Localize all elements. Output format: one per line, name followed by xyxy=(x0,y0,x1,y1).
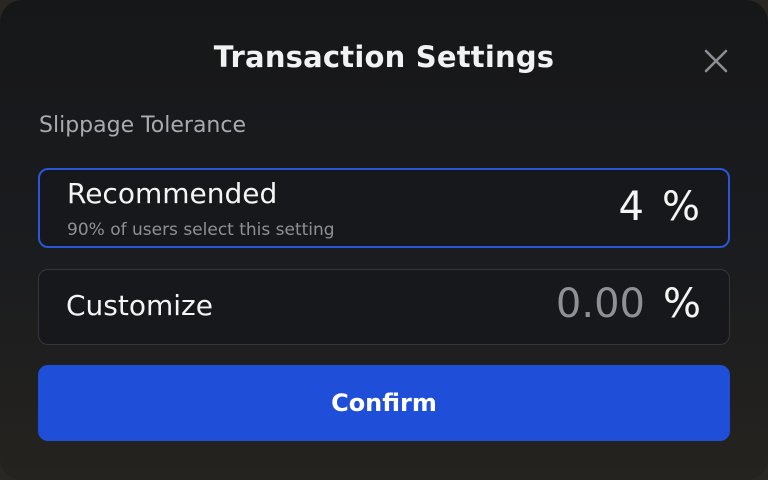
customize-value: % xyxy=(544,281,701,327)
customize-percent-sign: % xyxy=(662,281,701,327)
recommended-value: 4 % xyxy=(619,184,700,230)
slippage-option-recommended[interactable]: Recommended 90% of users select this set… xyxy=(38,168,730,248)
custom-slippage-input[interactable] xyxy=(544,281,645,327)
confirm-button[interactable]: Confirm xyxy=(38,365,730,441)
modal-title: Transaction Settings xyxy=(213,40,555,74)
recommended-value-number: 4 xyxy=(618,184,644,230)
transaction-settings-modal: Transaction Settings Slippage Tolerance … xyxy=(0,0,768,480)
close-icon xyxy=(704,49,728,73)
slippage-option-customize[interactable]: Customize % xyxy=(38,269,730,345)
customize-label: Customize xyxy=(66,289,213,322)
recommended-label: Recommended xyxy=(67,177,278,210)
slippage-tolerance-label: Slippage Tolerance xyxy=(39,113,247,138)
recommended-percent-sign: % xyxy=(661,184,700,230)
close-button[interactable] xyxy=(698,43,734,79)
recommended-subtext: 90% of users select this setting xyxy=(67,220,335,240)
